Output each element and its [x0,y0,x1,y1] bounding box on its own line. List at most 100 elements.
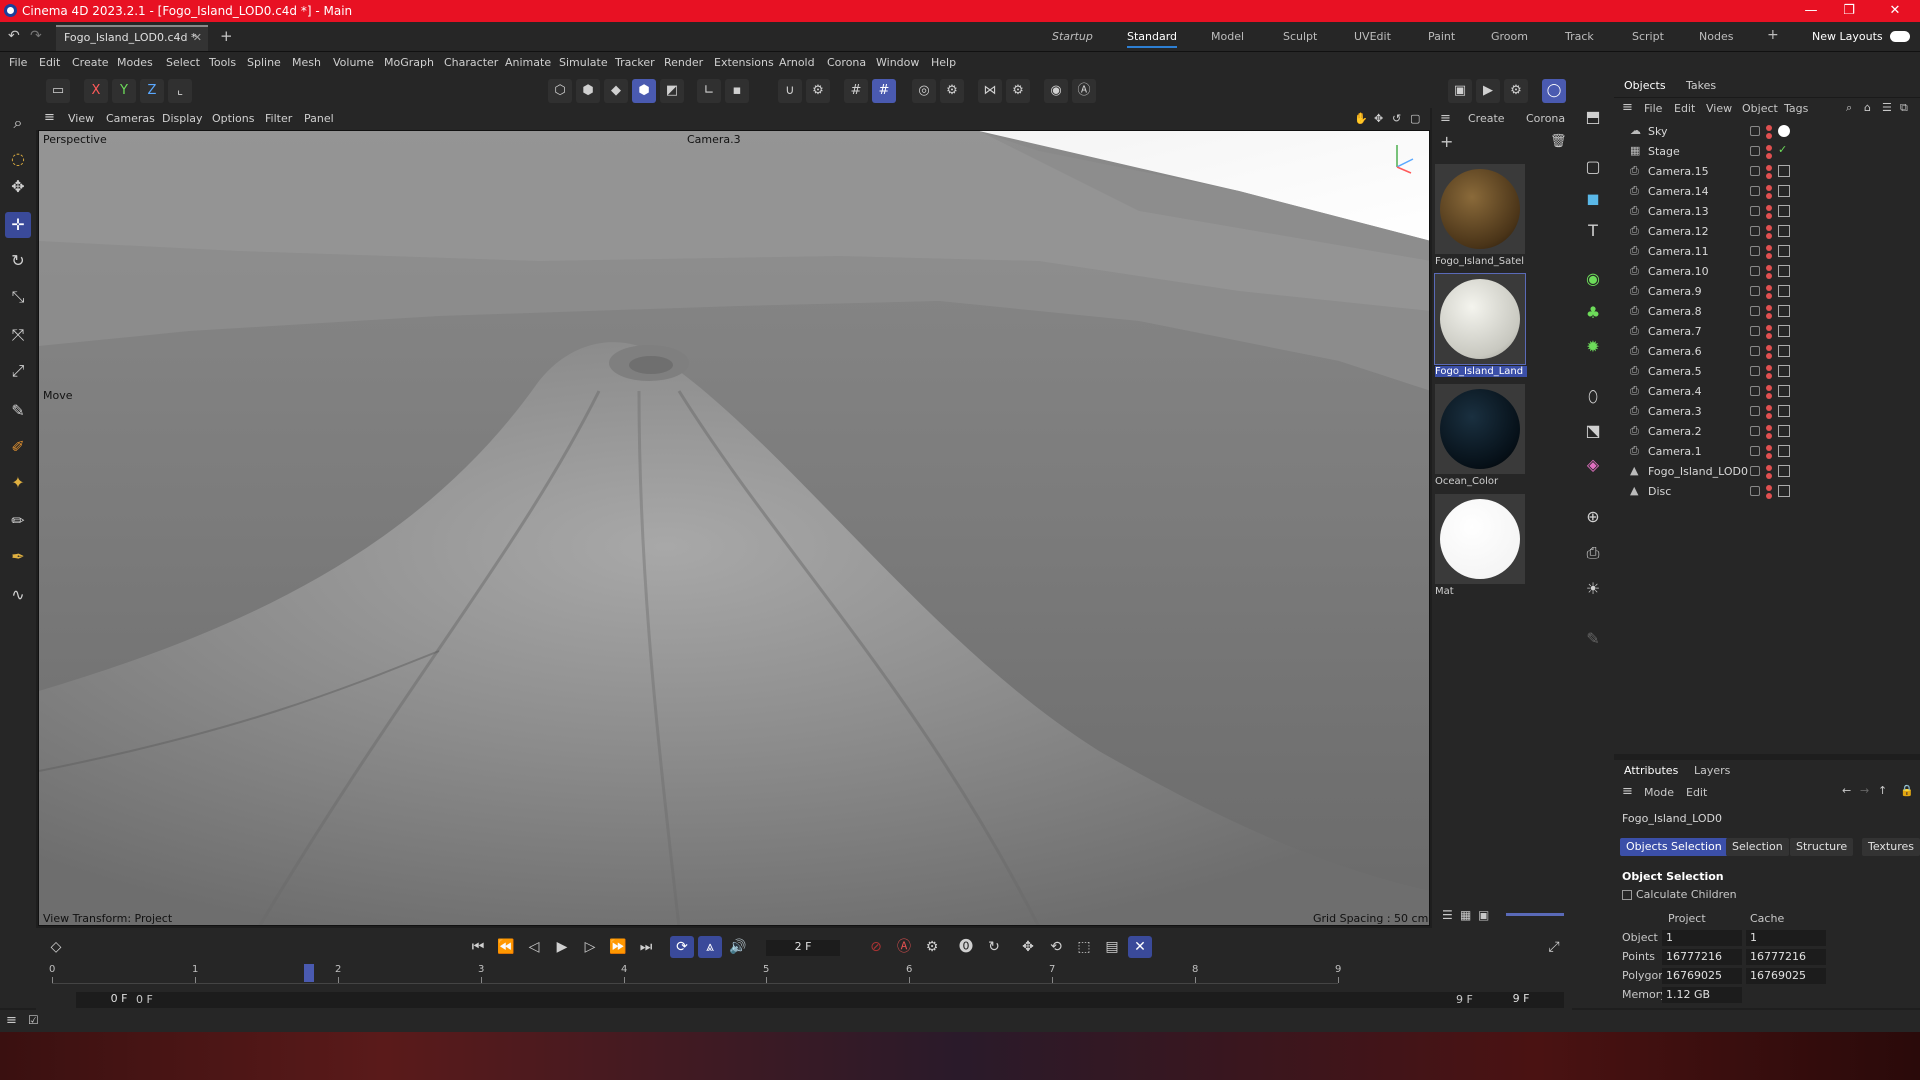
render-visibility-dot[interactable] [1766,153,1772,159]
list-view-icon[interactable]: ☰ [1442,908,1453,922]
menu-character[interactable]: Character [444,56,498,69]
editor-visibility-dot[interactable] [1766,345,1772,351]
menu-create[interactable]: Create [72,56,109,69]
filter-icon[interactable]: ☰ [1882,101,1892,114]
live-selection-icon[interactable]: ◌ [5,146,31,172]
menu-arnold[interactable]: Arnold [779,56,815,69]
close-tab-icon[interactable]: ✕ [193,31,202,44]
editor-visibility-dot[interactable] [1766,485,1772,491]
layout-groom[interactable]: Groom [1491,30,1528,43]
render-visibility-dot[interactable] [1766,393,1772,399]
layout-sculpt[interactable]: Sculpt [1283,30,1317,43]
viewport-menu-filter[interactable]: Filter [265,112,292,125]
back-arrow-icon[interactable]: ← [1842,784,1851,797]
y-axis-lock-button[interactable]: Y [112,79,136,103]
light-icon[interactable]: ☀ [1580,576,1606,602]
measure-tool-icon[interactable]: ∿ [5,582,31,608]
new-layouts-toggle[interactable] [1890,31,1910,42]
search-icon[interactable]: ⌕ [1846,101,1852,115]
loop-icon[interactable]: ⟳ [670,936,694,958]
object-menu-object[interactable]: Object [1742,102,1778,115]
visibility-checkbox[interactable] [1750,326,1760,336]
object-row[interactable]: ⎙ Camera.12 [1614,222,1920,242]
tag-icon[interactable] [1778,285,1790,297]
cube-icon[interactable]: ◼ [1580,186,1606,212]
next-key-icon[interactable]: ⏩ [606,936,630,958]
editor-visibility-dot[interactable] [1766,365,1772,371]
render-visibility-dot[interactable] [1766,433,1772,439]
cube-outline-icon[interactable]: ▢ [1580,154,1606,180]
editor-visibility-dot[interactable] [1766,425,1772,431]
menu-corona[interactable]: Corona [827,56,866,69]
attributes-menu-icon[interactable]: ≡ [1622,784,1633,799]
param-key-icon[interactable]: ⟲ [1044,936,1068,958]
menu-render[interactable]: Render [664,56,703,69]
object-menu-icon[interactable]: ≡ [1622,100,1633,115]
visibility-checkbox[interactable] [1750,306,1760,316]
text-spline-icon[interactable]: T [1580,218,1606,244]
grid-icon[interactable]: # [844,79,868,103]
rotation-key-icon[interactable]: ↻ [982,936,1006,958]
selection-button[interactable]: Selection [1726,838,1789,856]
objects-selection-button[interactable]: Objects Selection [1620,838,1728,856]
layout-script[interactable]: Script [1632,30,1664,43]
model-mode-icon[interactable]: ▭ [46,79,70,103]
layout-startup[interactable]: Startup [1052,30,1093,43]
tab-takes[interactable]: Takes [1686,79,1716,92]
visibility-checkbox[interactable] [1750,466,1760,476]
editor-visibility-dot[interactable] [1766,185,1772,191]
render-visibility-dot[interactable] [1766,193,1772,199]
object-row[interactable]: ⎙ Camera.3 [1614,402,1920,422]
tab-layers[interactable]: Layers [1694,764,1730,777]
move-tool-icon[interactable]: ✛ [5,212,31,238]
menu-edit[interactable]: Edit [39,56,60,69]
maximize-button[interactable]: ❐ [1826,0,1872,22]
menu-help[interactable]: Help [931,56,956,69]
layout-uvedit[interactable]: UVEdit [1354,30,1391,43]
home-icon[interactable]: ⌂ [1864,101,1871,114]
cloner-icon[interactable]: ♣ [1580,300,1606,326]
object-row[interactable]: ⎙ Camera.14 [1614,182,1920,202]
tag-icon[interactable] [1778,225,1790,237]
render-visibility-dot[interactable] [1766,353,1772,359]
layout-model[interactable]: Model [1211,30,1244,43]
add-tab-button[interactable]: + [220,27,233,45]
visibility-checkbox[interactable] [1750,246,1760,256]
viewport-menu-icon[interactable]: ≡ [44,110,55,125]
edit-icon[interactable]: ✎ [1580,626,1606,652]
material-swatch-satel[interactable] [1435,164,1525,254]
visibility-checkbox[interactable] [1750,366,1760,376]
go-to-start-icon[interactable]: ⏮ [466,936,490,958]
object-row[interactable]: ⎙ Camera.15 [1614,162,1920,182]
render-visibility-dot[interactable] [1766,313,1772,319]
render-to-picture-viewer-icon[interactable]: ▶ [1476,79,1500,103]
magnet-snap-icon[interactable]: ∪ [778,79,802,103]
z-axis-lock-button[interactable]: Z [140,79,164,103]
tag-icon[interactable] [1778,125,1790,137]
menu-spline[interactable]: Spline [247,56,281,69]
menu-extensions[interactable]: Extensions [714,56,774,69]
viewport-menu-display[interactable]: Display [162,112,203,125]
editor-visibility-dot[interactable] [1766,245,1772,251]
environment-icon[interactable]: ⊕ [1580,504,1606,530]
object-row[interactable]: ⎙ Camera.10 [1614,262,1920,282]
tag-icon[interactable] [1778,465,1790,477]
previous-frame-icon[interactable]: ◁ [522,936,546,958]
menu-file[interactable]: File [9,56,27,69]
record-icon[interactable]: ⊘ [864,936,888,958]
scale-key-icon[interactable]: ✥ [1016,936,1040,958]
viewport-menu-view[interactable]: View [68,112,94,125]
spline-generator-icon[interactable]: ◈ [1580,452,1606,478]
tag-icon[interactable] [1778,405,1790,417]
soft-selection-icon[interactable]: ◎ [912,79,936,103]
coordinate-system-icon[interactable]: ⌞ [168,79,192,103]
menu-select[interactable]: Select [166,56,200,69]
go-to-end-icon[interactable]: ⏭ [634,936,658,958]
auto-key-icon[interactable]: ⩓ [698,936,722,958]
render-settings-icon[interactable]: ⚙ [940,79,964,103]
object-row[interactable]: ☁ Sky [1614,122,1920,142]
tag-icon[interactable] [1778,265,1790,277]
editor-visibility-dot[interactable] [1766,385,1772,391]
spline-smooth-icon[interactable]: ✦ [5,470,31,496]
render-visibility-dot[interactable] [1766,473,1772,479]
